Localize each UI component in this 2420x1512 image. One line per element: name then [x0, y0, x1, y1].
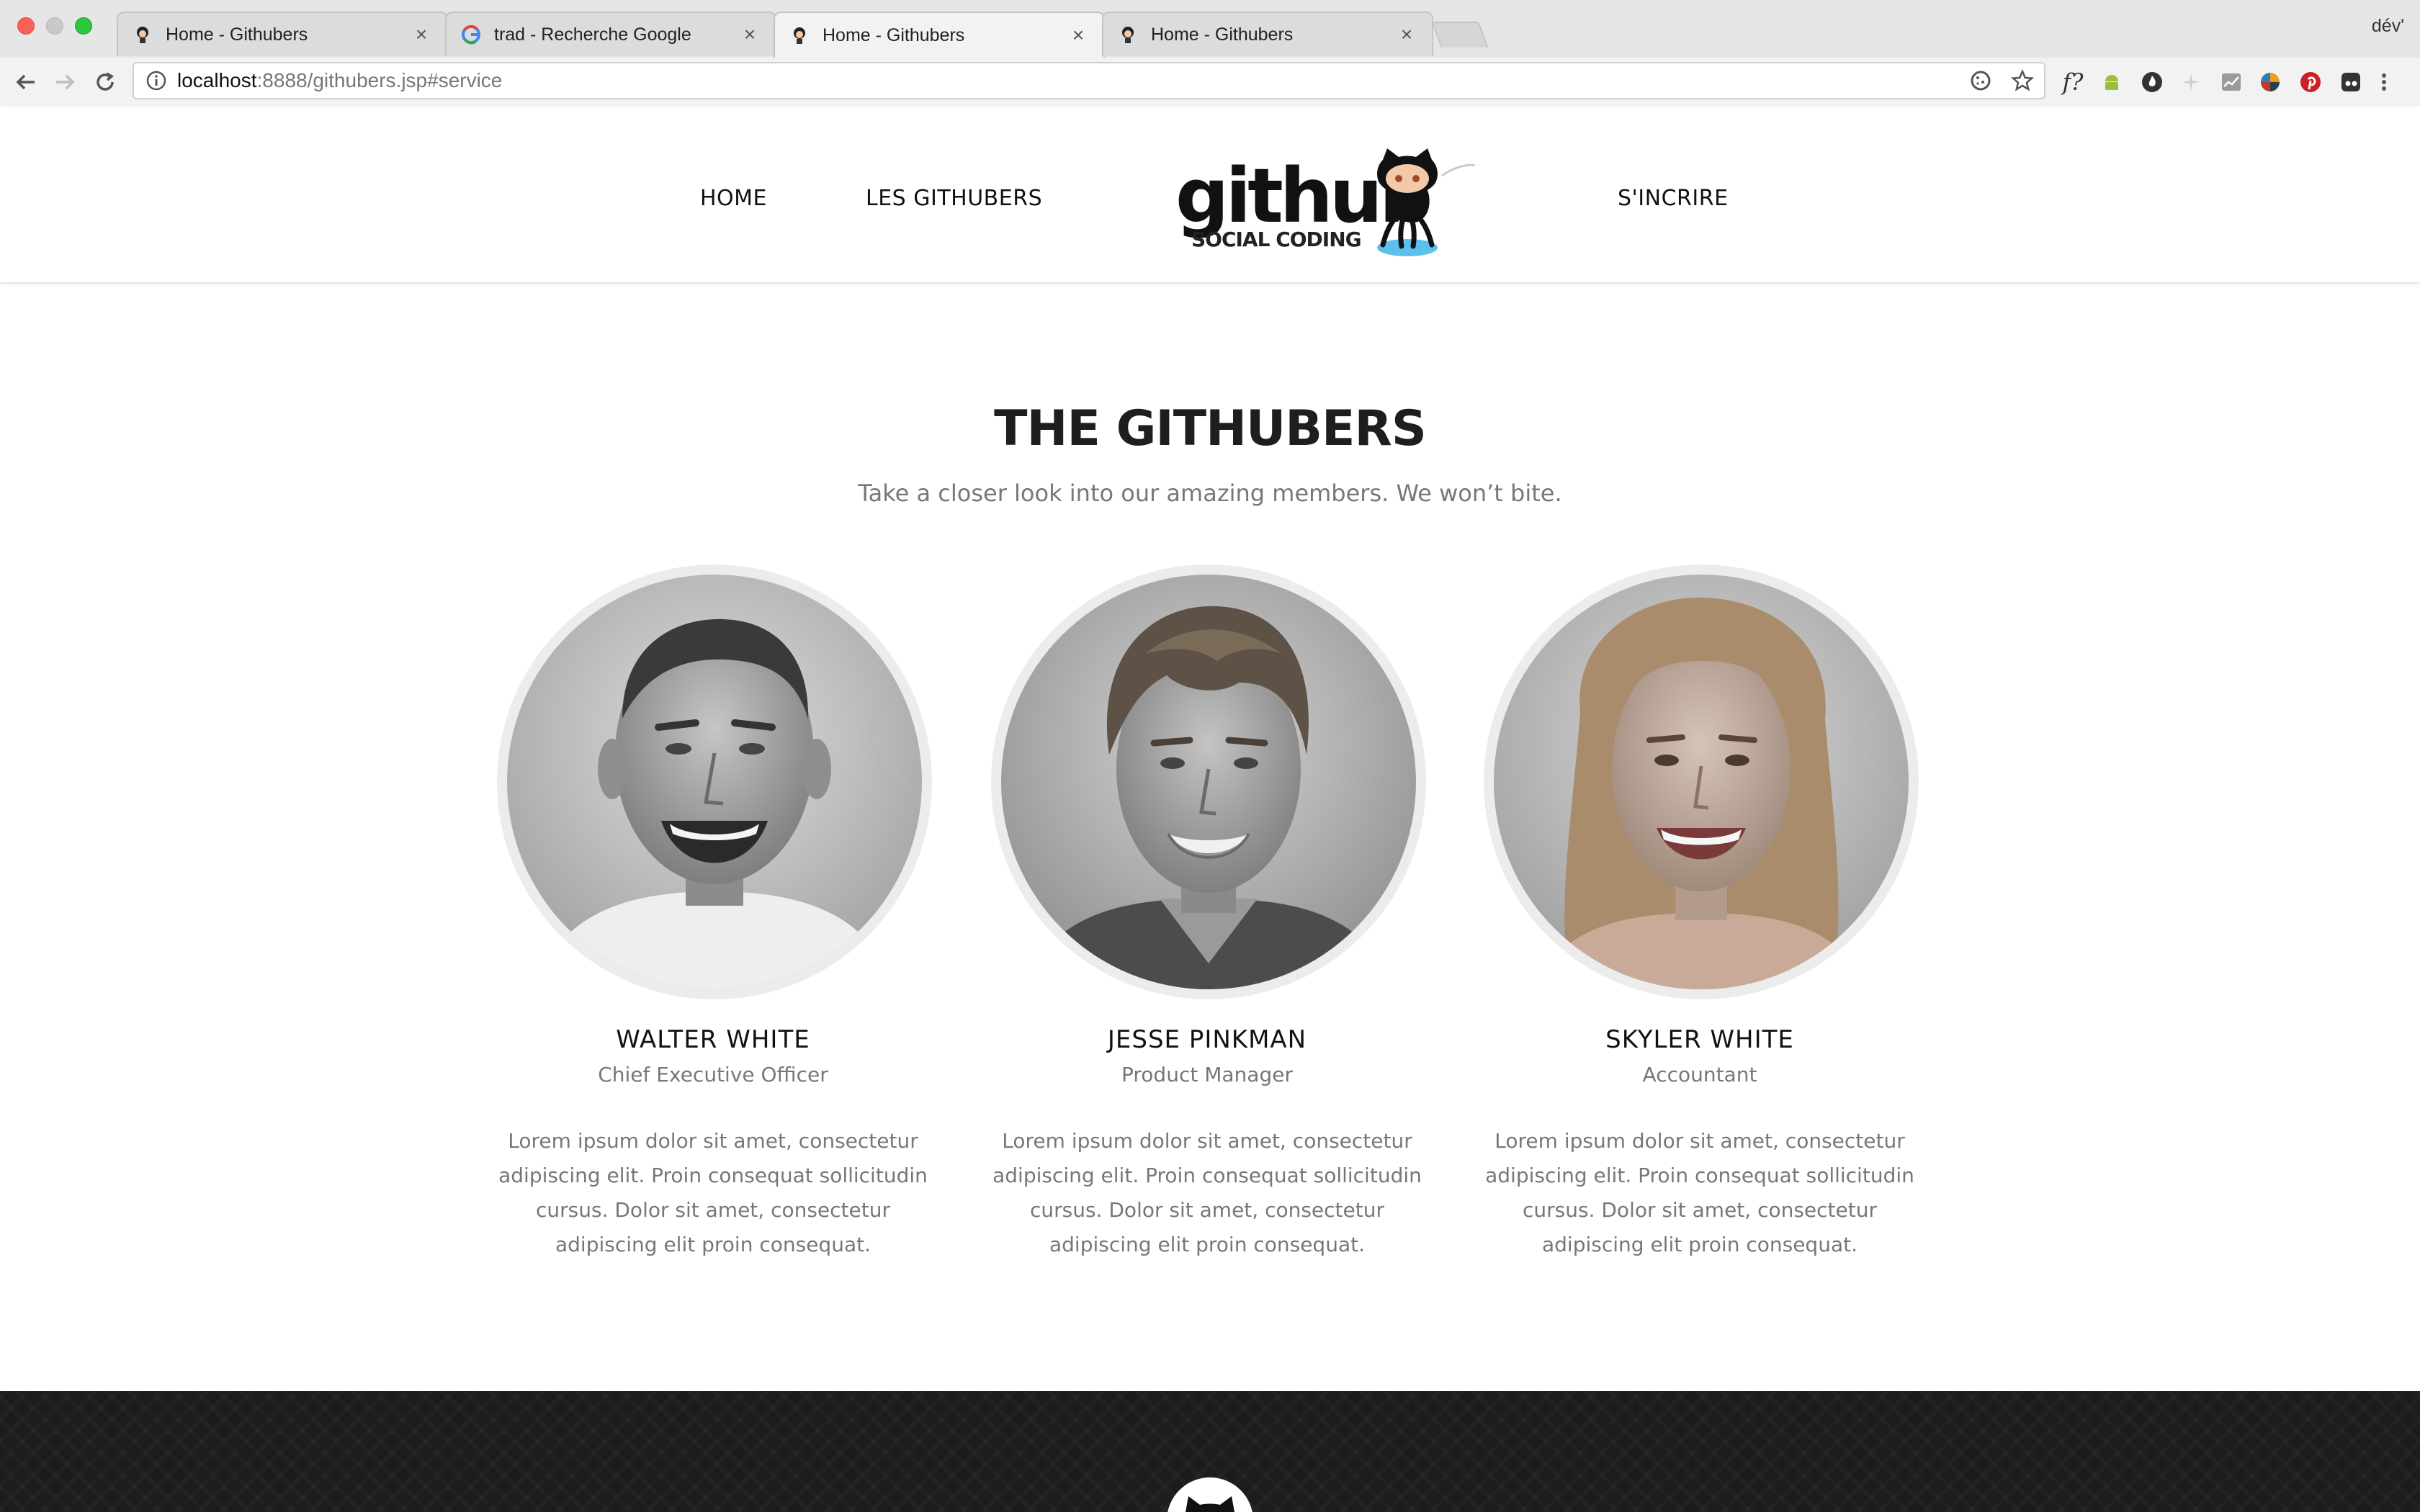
- bookmark-star-icon[interactable]: [2011, 69, 2034, 92]
- dark-extension-icon[interactable]: [2336, 68, 2365, 96]
- info-icon[interactable]: [145, 70, 167, 91]
- tab-close-icon[interactable]: ×: [1067, 24, 1089, 47]
- member-bio: Lorem ipsum dolor sit amet, consectetur …: [1485, 1129, 1914, 1256]
- avatar-frame: [1484, 564, 1919, 999]
- google-favicon-icon: [462, 24, 480, 45]
- tab-close-icon[interactable]: ×: [1396, 23, 1417, 46]
- back-button[interactable]: [12, 68, 40, 96]
- nav-home-link[interactable]: HOME: [700, 186, 767, 211]
- member-photo: [507, 575, 922, 989]
- window-close-button[interactable]: [17, 17, 35, 35]
- team-member-card: JESSE PINKMAN Product Manager Lorem ipsu…: [991, 564, 1426, 1262]
- color-wheel-extension-icon[interactable]: [2256, 68, 2285, 96]
- browser-menu-button[interactable]: [2377, 68, 2391, 96]
- pinwheel-extension-icon[interactable]: [2177, 68, 2205, 96]
- reload-icon: [97, 72, 115, 91]
- github-logo[interactable]: github SOCIAL CODING: [1173, 144, 1476, 259]
- window-minimize-button[interactable]: [46, 17, 63, 35]
- section-title: THE GITHUBERS: [994, 400, 1427, 457]
- member-name: SKYLER WHITE: [1605, 1025, 1794, 1054]
- octocat-favicon-icon: [794, 27, 805, 44]
- member-photo: [1001, 575, 1416, 989]
- back-arrow-icon: [16, 74, 35, 90]
- site-header: HOME LES GITHUBERS github SOCIAL CODING …: [0, 108, 2420, 284]
- member-bio: Lorem ipsum dolor sit amet, consectetur …: [992, 1129, 1422, 1256]
- avatar-frame: [991, 564, 1426, 999]
- octocat-favicon-icon: [137, 27, 148, 43]
- nav-githubers-link[interactable]: LES GITHUBERS: [866, 186, 1042, 211]
- window-zoom-button[interactable]: [75, 17, 92, 35]
- forward-button[interactable]: [50, 68, 79, 96]
- octocat-favicon-icon: [1122, 27, 1134, 43]
- member-photo: [1494, 575, 1909, 989]
- tab-title: Home - Githubers: [1151, 24, 1294, 45]
- browser-chrome: Home - Githubers × trad - Recherche Goog…: [0, 0, 2420, 107]
- pinterest-icon[interactable]: [2296, 68, 2325, 96]
- team-member-card: WALTER WHITE Chief Executive Officer Lor…: [497, 564, 932, 1262]
- tab-strip: Home - Githubers × trad - Recherche Goog…: [0, 0, 2420, 58]
- chart-extension-icon[interactable]: [2217, 68, 2246, 96]
- member-role: Chief Executive Officer: [598, 1063, 828, 1086]
- octocat-logo-icon: [1377, 148, 1476, 256]
- tab-title: Home - Githubers: [823, 24, 965, 45]
- footer-octocat-logo[interactable]: [1167, 1477, 1253, 1512]
- android-icon[interactable]: [2097, 68, 2126, 96]
- browser-tab-3-active[interactable]: Home - Githubers ×: [774, 12, 1105, 58]
- profile-name[interactable]: dév': [2372, 16, 2404, 37]
- nav-signup-link[interactable]: S'INCRIRE: [1618, 186, 1729, 211]
- address-bar[interactable]: localhost:8888/githubers.jsp#service: [133, 62, 2045, 99]
- avatar-frame: [497, 564, 932, 999]
- member-name: JESSE PINKMAN: [1107, 1025, 1307, 1054]
- team-member-card: SKYLER WHITE Accountant Lorem ipsum dolo…: [1484, 564, 1919, 1262]
- tab-close-icon[interactable]: ×: [411, 23, 432, 46]
- cookie-icon[interactable]: [1969, 69, 1992, 92]
- member-role: Product Manager: [1121, 1063, 1293, 1086]
- browser-tab-4[interactable]: Home - Githubers ×: [1102, 12, 1433, 56]
- section-subtitle: Take a closer look into our amazing memb…: [858, 480, 1562, 507]
- logo-tagline: SOCIAL CODING: [1191, 228, 1362, 251]
- tab-title: trad - Recherche Google: [494, 24, 691, 45]
- reload-button[interactable]: [91, 68, 120, 96]
- octocat-icon: [1186, 1496, 1234, 1512]
- site-footer: [0, 1391, 2420, 1512]
- kebab-menu-icon: [2382, 73, 2386, 91]
- fire-extension-icon[interactable]: [2138, 68, 2166, 96]
- forward-arrow-icon: [56, 74, 75, 90]
- tab-title: Home - Githubers: [166, 24, 308, 45]
- url-path: :8888/githubers.jsp#service: [256, 69, 503, 91]
- browser-tab-2[interactable]: trad - Recherche Google ×: [445, 12, 776, 56]
- url-host: localhost: [177, 69, 257, 91]
- font-finder-icon[interactable]: f?: [2058, 68, 2087, 96]
- browser-tab-1[interactable]: Home - Githubers ×: [117, 12, 448, 56]
- member-name: WALTER WHITE: [616, 1025, 810, 1054]
- member-bio: Lorem ipsum dolor sit amet, consectetur …: [498, 1129, 928, 1256]
- browser-toolbar: localhost:8888/githubers.jsp#service f?: [0, 58, 2420, 107]
- member-role: Accountant: [1642, 1063, 1757, 1086]
- new-tab-button[interactable]: [1431, 22, 1489, 48]
- tab-close-icon[interactable]: ×: [739, 23, 761, 46]
